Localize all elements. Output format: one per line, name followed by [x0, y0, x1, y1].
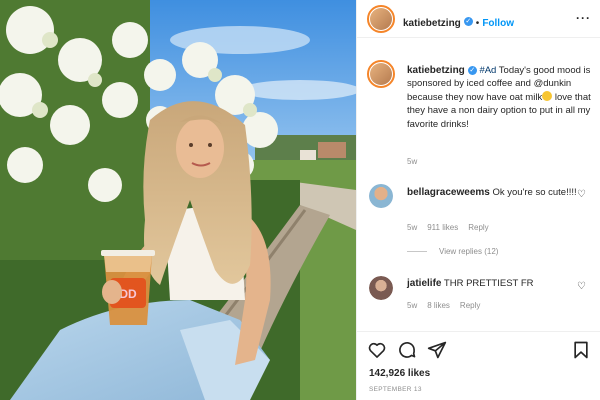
post-header: katiebetzing ✓ • Follow ···	[357, 0, 600, 38]
follow-button[interactable]: Follow	[482, 18, 514, 29]
hashtag-link[interactable]: #Ad	[479, 65, 496, 76]
smile-emoji-icon	[542, 90, 553, 101]
cup-logo: DD	[119, 287, 137, 301]
comment-2: jatielife THR PRETTIEST FR	[407, 277, 587, 290]
comment-text: THR PRETTIEST FR	[441, 278, 534, 289]
comment-1: bellagraceweems Ok you're so cute!!!!	[407, 186, 587, 199]
author-avatar[interactable]	[367, 5, 395, 33]
comment-text: Ok you're so cute!!!!	[489, 187, 577, 198]
replies-divider	[407, 251, 427, 253]
comment-1-meta: 5w 911 likes Reply	[407, 223, 489, 232]
commenter-avatar-2[interactable]	[369, 276, 393, 300]
comment-likes[interactable]: 911 likes	[427, 223, 458, 232]
verified-icon: ✓	[463, 17, 473, 27]
view-replies-label[interactable]: View replies (12)	[439, 247, 498, 256]
caption-meta: 5w	[407, 157, 417, 166]
heart-icon-comment-2[interactable]: ♡	[577, 281, 586, 292]
commenter-avatar-1[interactable]	[369, 184, 393, 208]
reply-button[interactable]: Reply	[460, 301, 480, 310]
post-date[interactable]: SEPTEMBER 13	[369, 386, 422, 393]
post-photo[interactable]: DD	[0, 0, 356, 400]
heart-icon-comment-1[interactable]: ♡	[577, 189, 586, 200]
verified-icon: ✓	[467, 65, 477, 75]
comment-age: 5w	[407, 301, 418, 310]
post-actions: 142,926 likes SEPTEMBER 13	[357, 331, 600, 400]
post-caption: katiebetzing ✓ #Ad Today's good mood is s…	[407, 64, 592, 131]
like-count[interactable]: 142,926 likes	[369, 368, 430, 379]
photo-illustration: DD	[0, 0, 356, 400]
author-username[interactable]: katiebetzing	[403, 18, 461, 29]
share-icon[interactable]	[427, 340, 447, 360]
heart-icon[interactable]	[367, 340, 387, 360]
header-line: katiebetzing ✓ • Follow	[403, 13, 514, 31]
comment-likes[interactable]: 8 likes	[427, 301, 450, 310]
caption-avatar[interactable]	[367, 60, 395, 88]
more-icon[interactable]: ···	[576, 11, 591, 25]
separator-dot: •	[475, 18, 480, 29]
caption-username[interactable]: katiebetzing	[407, 65, 465, 76]
comment-username[interactable]: jatielife	[407, 278, 441, 289]
reply-button[interactable]: Reply	[468, 223, 488, 232]
bookmark-icon[interactable]	[571, 340, 591, 360]
comment-2-meta: 5w 8 likes Reply	[407, 301, 480, 310]
comment-username[interactable]: bellagraceweems	[407, 187, 490, 198]
caption-age: 5w	[407, 157, 418, 166]
comment-icon[interactable]	[397, 340, 417, 360]
post-sidebar: katiebetzing ✓ • Follow ··· katiebetzing ✓ #…	[356, 0, 600, 400]
comment-age: 5w	[407, 223, 418, 232]
view-replies[interactable]: View replies (12)	[407, 247, 498, 256]
